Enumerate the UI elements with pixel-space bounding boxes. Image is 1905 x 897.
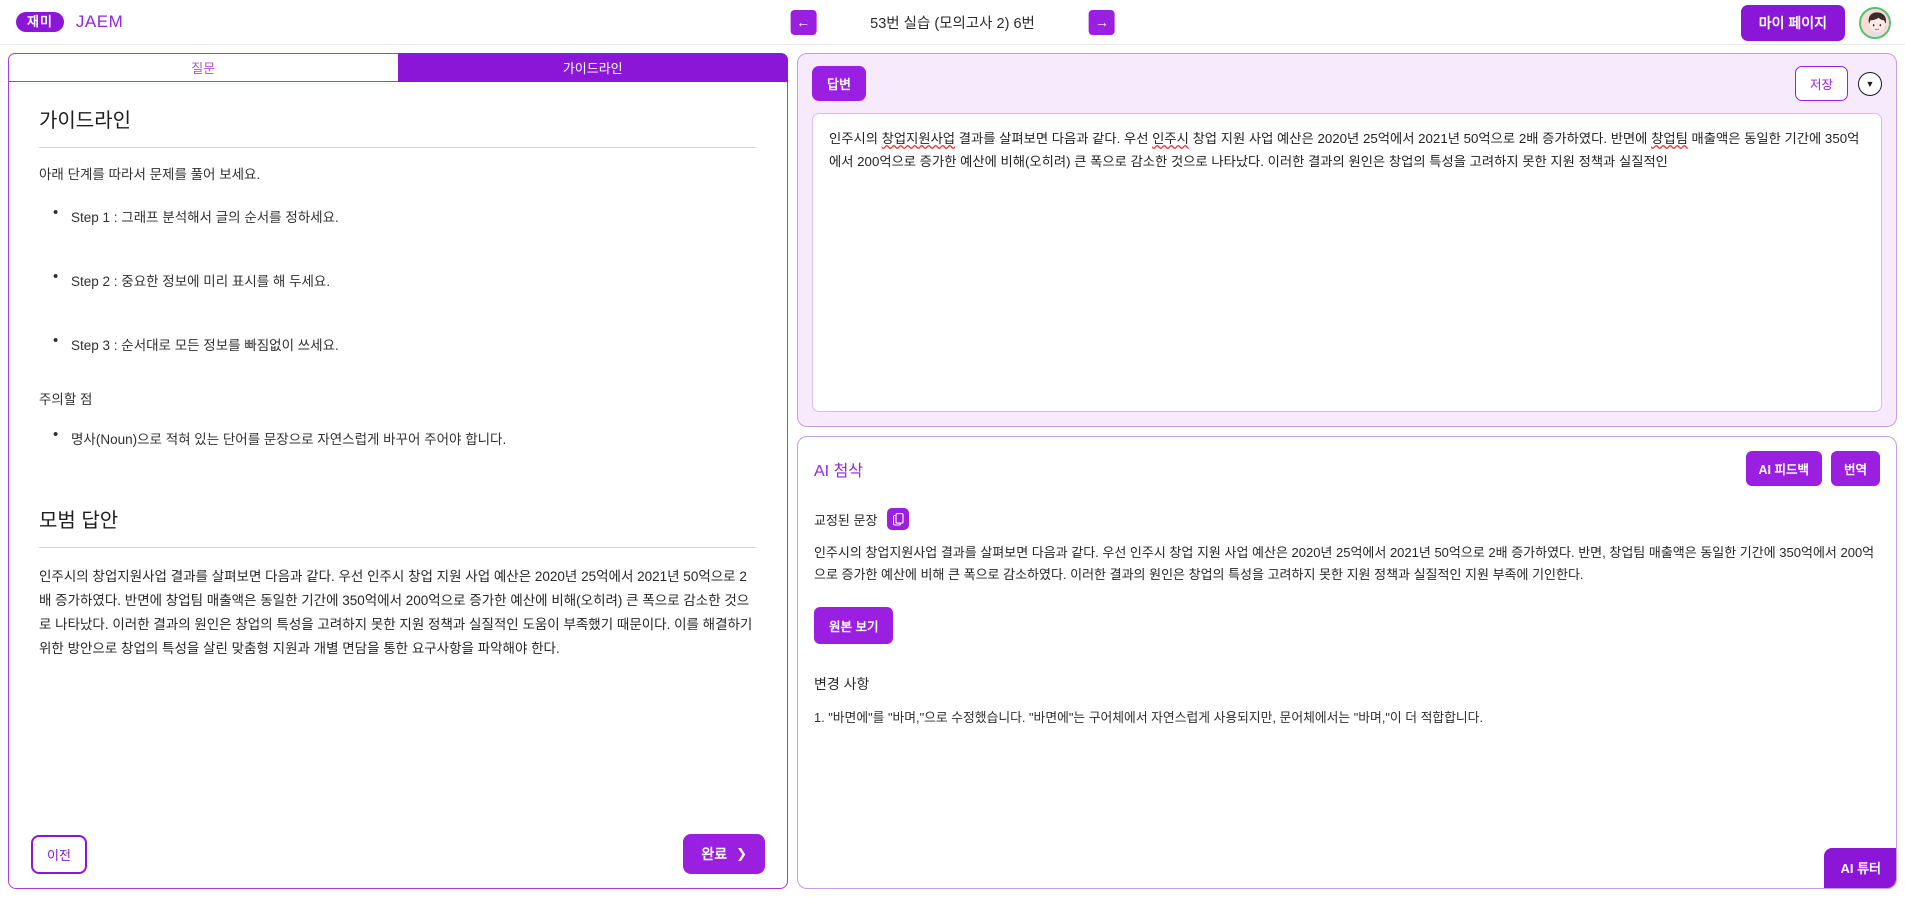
guideline-divider <box>39 147 757 148</box>
copy-icon <box>892 512 904 526</box>
tab-guideline[interactable]: 가이드라인 <box>397 53 788 82</box>
answer-input[interactable]: 인주시의 창업지원사업 결과를 살펴보면 다음과 같다. 우선 인주시 창업 지… <box>812 113 1882 412</box>
tab-bar: 질문 가이드라인 <box>8 53 788 82</box>
my-page-button[interactable]: 마이 페이지 <box>1740 4 1845 41</box>
ai-feedback-button[interactable]: AI 피드백 <box>1745 451 1822 486</box>
model-answer-text: 인주시의 창업지원사업 결과를 살펴보면 다음과 같다. 우선 인주시 창업 지… <box>39 568 753 656</box>
list-item: 명사(Noun)으로 적혀 있는 단어를 문장으로 자연스럽게 바꾸어 주어야 … <box>49 426 757 448</box>
avatar[interactable] <box>1859 6 1891 39</box>
view-original-button[interactable]: 원본 보기 <box>814 606 894 644</box>
brand[interactable]: 재미 JAEM <box>0 12 123 32</box>
ai-tutor-button[interactable]: AI 튜터 <box>1824 848 1896 888</box>
arrow-right-icon: → <box>1094 14 1109 30</box>
list-item: Step 3 : 순서대로 모든 정보를 빠짐없이 쓰세요. <box>49 332 757 354</box>
corrected-sentence-row: 교정된 문장 <box>814 508 1880 530</box>
copy-button[interactable] <box>887 508 910 530</box>
ai-correction-panel: AI 첨삭 AI 피드백 번역 교정된 문장 인주시의 창업지원사업 결과를 살… <box>797 436 1897 889</box>
app-logo: 재미 <box>16 12 64 32</box>
top-bar-right: 마이 페이지 <box>1740 0 1891 45</box>
arrow-left-icon: ← <box>796 14 811 30</box>
guideline-step-list: Step 1 : 그래프 분석해서 글의 순서를 정하세요. Step 2 : … <box>39 204 757 354</box>
chevron-down-icon: ▼ <box>1865 78 1875 89</box>
list-item: Step 2 : 중요한 정보에 미리 표시를 해 두세요. <box>49 268 757 290</box>
spellcheck-word-3: 창업팀 <box>1651 131 1688 146</box>
save-button[interactable]: 저장 <box>1794 66 1848 101</box>
exercise-navigator: ← 53번 실습 (모의고사 2) 6번 → <box>790 9 1115 35</box>
complete-button-label: 완료 <box>701 846 728 862</box>
guideline-heading: 가이드라인 <box>39 110 131 132</box>
answer-header-actions: 저장 ▼ <box>1794 66 1882 101</box>
caution-heading: 주의할 점 <box>39 391 93 407</box>
tab-question[interactable]: 질문 <box>8 53 398 82</box>
ai-panel-actions: AI 피드백 번역 <box>1745 451 1880 486</box>
right-pane: 답변 저장 ▼ 인주시의 창업지원사업 결과를 살펴보면 다음과 같다. 우선 … <box>788 53 1897 889</box>
guideline-intro: 아래 단계를 따라서 문제를 풀어 보세요. <box>39 167 261 182</box>
answer-text-2: 결과를 살펴보면 다음과 같다. 우선 <box>955 131 1153 146</box>
model-answer-divider <box>39 546 757 548</box>
spellcheck-word-1: 창업지원사업 <box>881 131 956 146</box>
answer-text-1: 인주시의 <box>829 131 882 146</box>
guideline-footer: 이전 완료 ❯ <box>9 822 787 888</box>
complete-button[interactable]: 완료 ❯ <box>683 834 765 874</box>
chevron-right-icon: ❯ <box>736 846 747 861</box>
previous-button[interactable]: 이전 <box>31 834 87 874</box>
caution-list: 명사(Noun)으로 적혀 있는 단어를 문장으로 자연스럽게 바꾸어 주어야 … <box>39 426 757 448</box>
left-pane: 질문 가이드라인 가이드라인 아래 단계를 따라서 문제를 풀어 보세요. St… <box>8 53 788 889</box>
model-answer-section: 모범 답안 인주시의 창업지원사업 결과를 살펴보면 다음과 같다. 우선 인주… <box>39 504 757 661</box>
list-item: Step 1 : 그래프 분석해서 글의 순서를 정하세요. <box>49 204 757 226</box>
page-title: 53번 실습 (모의고사 2) 6번 <box>870 15 1035 32</box>
spellcheck-word-2: 인주시 <box>1152 131 1189 146</box>
ai-panel-title: AI 첨삭 <box>814 462 864 480</box>
corrected-sentence-text: 인주시의 창업지원사업 결과를 살펴보면 다음과 같다. 우선 인주시 창업 지… <box>814 545 1875 583</box>
answer-header: 답변 저장 ▼ <box>812 66 1882 101</box>
next-question-button[interactable]: → <box>1088 9 1115 35</box>
top-bar: 재미 JAEM ← 53번 실습 (모의고사 2) 6번 → 마이 페이지 <box>0 0 1905 45</box>
main-content: 질문 가이드라인 가이드라인 아래 단계를 따라서 문제를 풀어 보세요. St… <box>0 45 1905 897</box>
model-answer-heading: 모범 답안 <box>39 509 119 532</box>
ai-panel-header: AI 첨삭 AI 피드백 번역 <box>814 451 1880 486</box>
translate-button[interactable]: 번역 <box>1830 451 1880 486</box>
collapse-panel-button[interactable]: ▼ <box>1858 71 1882 96</box>
corrected-sentence-label: 교정된 문장 <box>814 512 878 528</box>
answer-badge[interactable]: 답변 <box>812 66 866 101</box>
changes-item: 1. "바면에"를 "바며,"으로 수정했습니다. "바면에"는 구어체에서 자… <box>814 709 1484 725</box>
changes-heading: 변경 사항 <box>814 675 870 692</box>
guideline-body: 가이드라인 아래 단계를 따라서 문제를 풀어 보세요. Step 1 : 그래… <box>9 82 787 822</box>
guideline-card: 가이드라인 아래 단계를 따라서 문제를 풀어 보세요. Step 1 : 그래… <box>8 82 788 889</box>
answer-panel: 답변 저장 ▼ 인주시의 창업지원사업 결과를 살펴보면 다음과 같다. 우선 … <box>797 53 1897 427</box>
brand-name: JAEM <box>75 12 124 31</box>
user-avatar-icon <box>1861 8 1889 37</box>
previous-question-button[interactable]: ← <box>790 9 817 35</box>
answer-text-3: 창업 지원 사업 예산은 2020년 25억에서 2021년 50억으로 2배 … <box>1188 131 1652 146</box>
